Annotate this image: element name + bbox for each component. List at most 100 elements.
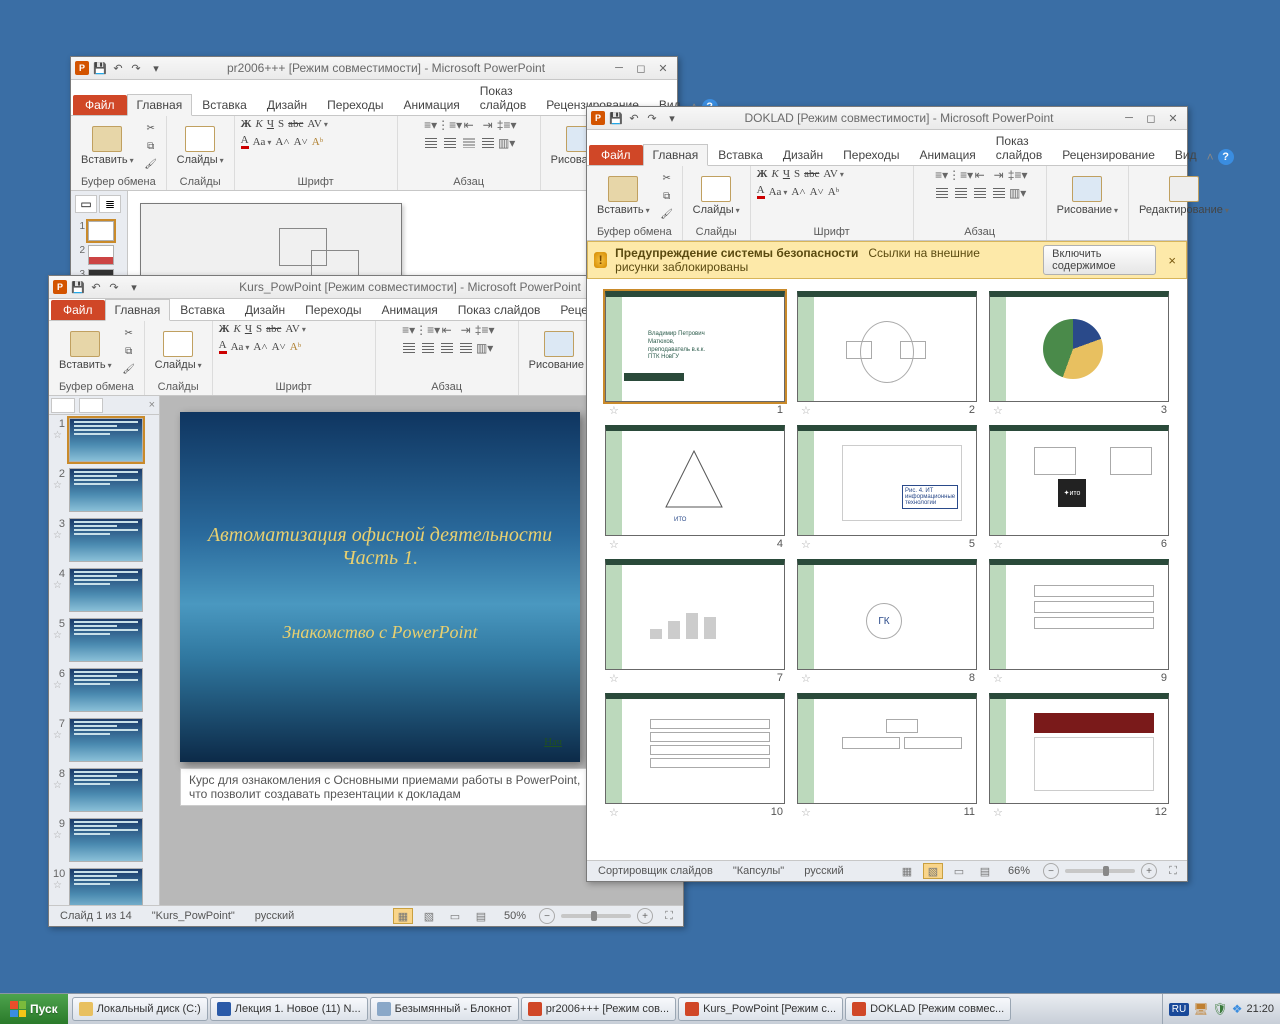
panel-close-icon[interactable]: × [149,399,155,411]
format-painter-icon[interactable]: 🖌 [658,207,676,223]
view-reading-button[interactable]: ▭ [445,908,465,924]
columns-button[interactable]: ▥▾ [499,136,515,150]
numbering-button[interactable]: ⋮≡▾ [420,323,436,337]
editing-button[interactable]: Редактирование▾ [1135,174,1233,218]
align-right-button[interactable] [972,186,988,200]
sorter-slide-8[interactable]: ГК☆8 [797,559,977,685]
indent-inc-button[interactable]: ⇥ [991,168,1007,182]
file-tab[interactable]: Файл [589,145,643,165]
tab-view[interactable]: Вид [1165,144,1207,165]
task-button[interactable]: Лекция 1. Новое (11) N... [210,997,368,1021]
undo-icon[interactable]: ↶ [111,61,125,75]
columns-button[interactable]: ▥▾ [477,341,493,355]
tab-slideshow[interactable]: Показ слайдов [986,130,1052,165]
slide-link[interactable]: Нач [544,736,562,748]
notes-pane[interactable]: Курс для ознакомления с Основными приема… [180,768,598,806]
titlebar[interactable]: P 💾 ↶ ↷ ▾ DOKLAD [Режим совместимости] -… [587,107,1187,130]
paste-button[interactable]: Вставить▾ [77,124,138,168]
format-painter-icon[interactable]: 🖌 [120,362,138,378]
indent-dec-button[interactable]: ⇤ [972,168,988,182]
align-right-button[interactable] [439,341,455,355]
status-language[interactable]: русский [248,908,301,924]
qat-more-icon[interactable]: ▾ [665,111,679,125]
align-center-button[interactable] [420,341,436,355]
cut-icon[interactable]: ✂ [142,121,160,137]
shadow-button[interactable]: S [256,323,262,335]
tab-insert[interactable]: Вставка [708,144,773,165]
justify-button[interactable] [991,186,1007,200]
italic-button[interactable]: К [234,323,241,335]
tab-design[interactable]: Дизайн [773,144,833,165]
grow-font-button[interactable]: A˄ [275,136,289,148]
justify-button[interactable] [480,136,496,150]
clock[interactable]: 21:20 [1246,1003,1274,1015]
file-tab[interactable]: Файл [51,300,105,320]
drawing-button[interactable]: Рисование▾ [525,329,594,373]
warning-close-icon[interactable]: × [1164,253,1180,268]
qat-more-icon[interactable]: ▾ [127,280,141,294]
tray-icon[interactable]: 🛡 [1212,1002,1227,1016]
view-sorter-button[interactable]: ▧ [419,908,439,924]
line-spacing-button[interactable]: ‡≡▾ [1010,168,1026,182]
cut-icon[interactable]: ✂ [658,171,676,187]
thumb-3[interactable]: 3☆ [49,515,159,565]
bold-button[interactable]: Ж [757,168,768,180]
sorter-slide-9[interactable]: ☆9 [989,559,1169,685]
underline-button[interactable]: Ч [267,118,274,130]
view-slideshow-button[interactable]: ▤ [975,863,995,879]
slide-panel[interactable]: ▭ ≣ 1 2 3 [71,191,128,277]
close-button[interactable]: ✕ [653,60,673,76]
view-slideshow-button[interactable]: ▤ [471,908,491,924]
view-reading-button[interactable]: ▭ [949,863,969,879]
thumb-1[interactable]: 1 [75,221,123,241]
thumb-6[interactable]: 6☆ [49,665,159,715]
slide-preview[interactable] [140,203,402,277]
sorter-slide-12[interactable]: ☆12 [989,693,1169,819]
enable-content-button[interactable]: Включить содержимое [1043,245,1156,275]
thumb-5[interactable]: 5☆ [49,615,159,665]
thumb-10[interactable]: 10☆ [49,865,159,905]
copy-icon[interactable]: ⧉ [658,189,676,205]
clear-format-button[interactable]: Aᵇ [290,341,301,353]
zoom-value[interactable]: 66% [1001,863,1037,879]
align-left-button[interactable] [934,186,950,200]
bold-button[interactable]: Ж [219,323,230,335]
tab-transitions[interactable]: Переходы [833,144,909,165]
font-color-button[interactable]: A [757,184,765,199]
font-color-button[interactable]: A [241,134,249,149]
zoom-out-button[interactable]: − [1043,863,1059,879]
tab-slideshow[interactable]: Показ слайдов [470,80,536,115]
shrink-font-button[interactable]: A˅ [810,186,824,198]
numbering-button[interactable]: ⋮≡▾ [953,168,969,182]
sorter-slide-5[interactable]: Рис. 4. ИТ информационные технологии☆5 [797,425,977,551]
zoom-out-button[interactable]: − [539,908,555,924]
underline-button[interactable]: Ч [245,323,252,335]
new-slide-button[interactable]: Слайды▾ [173,124,228,168]
language-indicator[interactable]: RU [1169,1003,1189,1016]
spacing-button[interactable]: AV▾ [307,118,328,130]
slide-sorter[interactable]: Владимир ПетровичМатюхов,преподаватель в… [587,279,1187,860]
save-icon[interactable]: 💾 [93,61,107,75]
strike-button[interactable]: abc [804,168,819,180]
tab-animation[interactable]: Анимация [909,144,985,165]
sorter-slide-10[interactable]: ☆10 [605,693,785,819]
view-normal-button[interactable]: ▦ [897,863,917,879]
titlebar[interactable]: P 💾 ↶ ↷ ▾ pr2006+++ [Режим совместимости… [71,57,677,80]
tab-transitions[interactable]: Переходы [317,94,393,115]
minimize-button[interactable]: ─ [1119,110,1139,126]
justify-button[interactable] [458,341,474,355]
redo-icon[interactable]: ↷ [645,111,659,125]
zoom-in-button[interactable]: + [1141,863,1157,879]
font-color-button[interactable]: A [219,339,227,354]
task-button[interactable]: pr2006+++ [Режим сов... [521,997,676,1021]
cut-icon[interactable]: ✂ [120,326,138,342]
tab-transitions[interactable]: Переходы [295,299,371,320]
tab-insert[interactable]: Вставка [170,299,235,320]
start-button[interactable]: Пуск [0,994,68,1024]
task-button[interactable]: Локальный диск (C:) [72,997,208,1021]
case-button[interactable]: Aa▾ [769,186,788,198]
sorter-slide-6[interactable]: ✦ито☆6 [989,425,1169,551]
panel-tab-slides[interactable] [51,398,75,413]
strike-button[interactable]: abc [266,323,281,335]
current-slide[interactable]: Автоматизация офисной деятельностиЧасть … [180,412,580,762]
